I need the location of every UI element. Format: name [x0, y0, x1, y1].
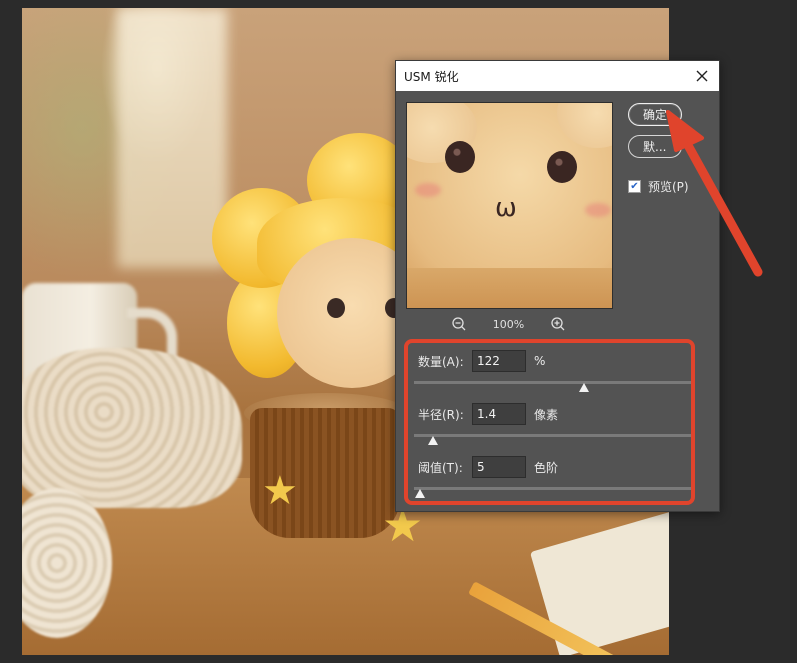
radius-label: 半径(R):	[418, 407, 464, 422]
plush-mouth: ω	[495, 193, 517, 223]
amount-slider-track[interactable]	[414, 381, 692, 384]
amount-unit: %	[534, 354, 546, 368]
zoom-out-icon[interactable]	[451, 316, 467, 332]
radius-slider-thumb[interactable]	[428, 436, 439, 445]
star-icon: ★	[262, 468, 298, 514]
preview-label: 预览(P)	[648, 180, 689, 194]
ok-button[interactable]: 确定	[628, 103, 682, 126]
amount-slider-thumb[interactable]	[578, 383, 589, 392]
threshold-input[interactable]: 5	[472, 456, 526, 478]
threshold-row: 阈值(T): 5 色阶	[418, 455, 558, 479]
plush-blush	[415, 183, 441, 197]
preview-image[interactable]: ω	[406, 102, 613, 309]
radius-unit: 像素	[534, 407, 559, 422]
threshold-label: 阈值(T):	[418, 460, 463, 475]
plush-body	[407, 268, 612, 308]
close-icon[interactable]	[693, 67, 711, 85]
threshold-slider-track[interactable]	[414, 487, 692, 490]
radius-slider-track[interactable]	[414, 434, 692, 437]
amount-input[interactable]: 122	[472, 350, 526, 372]
preview-checkbox[interactable]: ✔	[628, 180, 641, 193]
threshold-slider-thumb[interactable]	[414, 489, 425, 498]
preview-toggle[interactable]: ✔ 预览(P)	[628, 178, 689, 195]
check-icon: ✔	[630, 180, 639, 192]
threshold-slider[interactable]	[414, 484, 692, 498]
amount-row: 数量(A): 122 %	[418, 349, 545, 373]
amount-slider[interactable]	[414, 378, 692, 392]
radius-row: 半径(R): 1.4 像素	[418, 402, 558, 426]
window-light	[117, 8, 227, 268]
threshold-unit: 色阶	[534, 460, 559, 475]
zoom-controls: 100%	[406, 314, 611, 334]
radius-slider[interactable]	[414, 431, 692, 445]
reset-button[interactable]: 默...	[628, 135, 682, 158]
plush-blush	[585, 203, 611, 217]
usm-sharpen-dialog: USM 锐化 ω 100% 确定 默... ✔ 预览(P) 数量(A): 122	[395, 60, 720, 512]
knit-blanket	[22, 348, 242, 508]
plush-eye	[445, 141, 475, 173]
zoom-in-icon[interactable]	[550, 316, 566, 332]
radius-input[interactable]: 1.4	[472, 403, 526, 425]
dialog-titlebar[interactable]: USM 锐化	[396, 61, 719, 91]
dialog-title: USM 锐化	[404, 69, 459, 84]
plush-eye	[327, 298, 345, 318]
amount-label: 数量(A):	[418, 354, 464, 369]
plush-ear	[557, 103, 612, 148]
zoom-level: 100%	[492, 317, 525, 331]
plush-eye	[547, 151, 577, 183]
